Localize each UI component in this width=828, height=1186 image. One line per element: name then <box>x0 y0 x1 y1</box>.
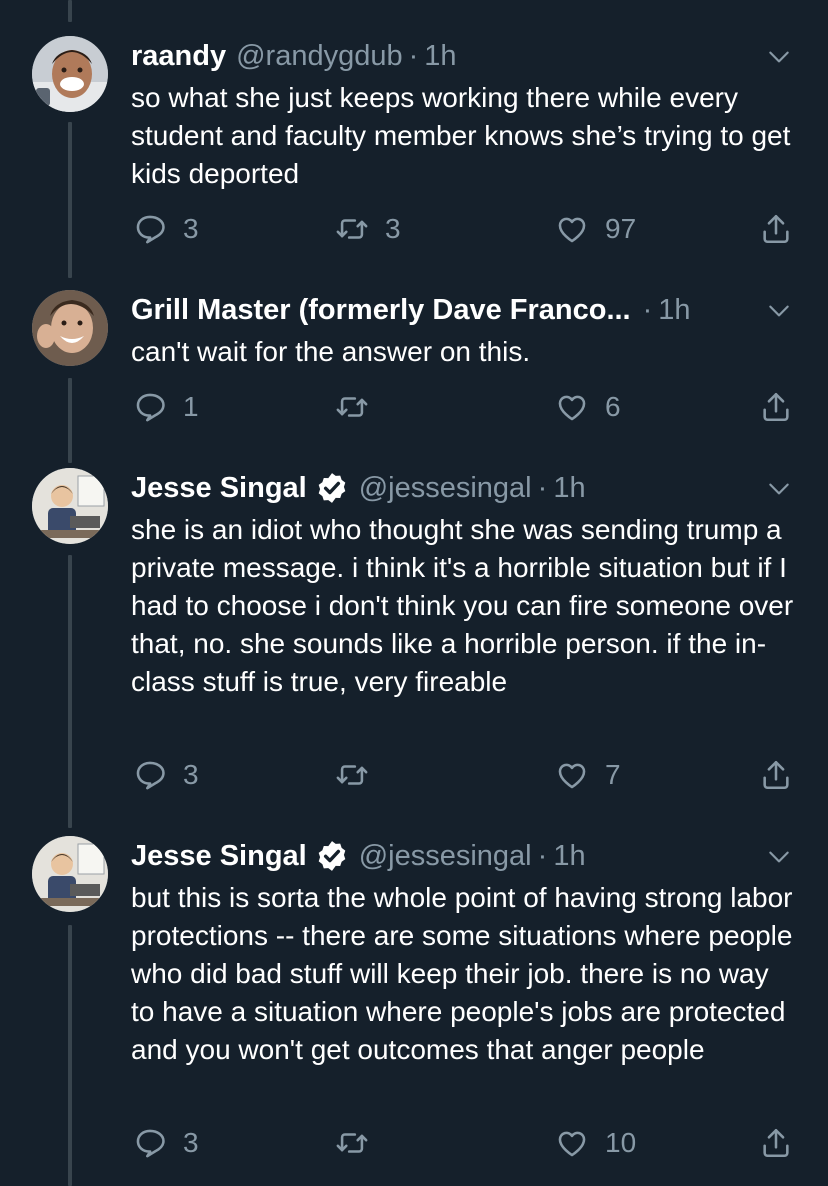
separator-dot: · <box>642 294 653 326</box>
retweet-icon <box>336 765 368 785</box>
retweet-count: 3 <box>385 213 401 244</box>
tweet-text: can't wait for the answer on this. <box>131 336 531 367</box>
timestamp[interactable]: 1h <box>424 38 456 74</box>
share-icon <box>763 1128 789 1158</box>
tweet-header: Jesse Singal @jessesingal · 1h <box>131 470 768 506</box>
tweet[interactable]: Grill Master (formerly Dave Franco... · … <box>0 280 828 460</box>
avatar[interactable] <box>32 36 108 112</box>
avatar-image <box>32 836 108 912</box>
like-count: 6 <box>605 391 621 422</box>
retweet-icon <box>336 1133 368 1153</box>
share-button[interactable] <box>759 1126 793 1160</box>
heart-icon <box>558 217 586 243</box>
reply-count: 3 <box>183 1127 199 1158</box>
like-count: 97 <box>605 213 637 244</box>
retweet-button[interactable] <box>335 1126 385 1160</box>
reply-button[interactable]: 1 <box>133 390 199 424</box>
display-name[interactable]: Jesse Singal <box>131 470 307 506</box>
tweet[interactable]: Jesse Singal @jessesingal · 1h she is an… <box>0 460 828 830</box>
like-count: 7 <box>605 759 621 790</box>
retweet-button[interactable] <box>335 390 385 424</box>
like-button[interactable]: 6 <box>555 390 621 424</box>
reply-button[interactable]: 3 <box>133 212 199 246</box>
chevron-down-icon[interactable] <box>766 476 792 502</box>
chevron-down-icon[interactable] <box>766 298 792 324</box>
share-icon <box>763 392 789 422</box>
reply-icon <box>136 393 165 422</box>
chevron-down-icon[interactable] <box>766 44 792 70</box>
tweet[interactable]: raandy @randygdub · 1h so what she just … <box>0 0 828 280</box>
reply-button[interactable]: 3 <box>133 1126 199 1160</box>
heart-icon <box>558 763 586 789</box>
heart-icon <box>558 1131 586 1157</box>
reply-count: 3 <box>183 213 199 244</box>
tweet[interactable]: Jesse Singal @jessesingal · 1h but this … <box>0 830 828 1186</box>
tweet-text: so what she just keeps working there whi… <box>131 82 791 189</box>
username[interactable]: @jessesingal <box>359 470 532 506</box>
heart-icon <box>558 395 586 421</box>
reply-count: 1 <box>183 391 199 422</box>
retweet-button[interactable] <box>335 758 385 792</box>
separator-dot: · <box>537 472 548 504</box>
reply-icon <box>136 1129 165 1158</box>
reply-button[interactable]: 3 <box>133 758 199 792</box>
avatar[interactable] <box>32 468 108 544</box>
retweet-icon <box>336 397 368 417</box>
avatar-image <box>32 290 108 366</box>
share-icon <box>763 214 789 244</box>
timestamp[interactable]: 1h <box>553 838 585 874</box>
tweet-header: Jesse Singal @jessesingal · 1h <box>131 838 768 874</box>
share-icon <box>763 760 789 790</box>
tweet-actions: 1 6 <box>131 390 801 430</box>
display-name[interactable]: raandy <box>131 38 226 74</box>
separator-dot: · <box>408 40 419 72</box>
timestamp[interactable]: 1h <box>658 292 690 328</box>
retweet-icon <box>336 219 368 239</box>
like-button[interactable]: 7 <box>555 758 621 792</box>
share-button[interactable] <box>759 758 793 792</box>
like-button[interactable]: 97 <box>555 212 636 246</box>
avatar-image <box>32 468 108 544</box>
display-name[interactable]: Grill Master (formerly Dave Franco... <box>131 292 631 328</box>
tweet-actions: 3 3 97 <box>131 212 801 252</box>
separator-dot: · <box>537 840 548 872</box>
timestamp[interactable]: 1h <box>553 470 585 506</box>
like-count: 10 <box>605 1127 637 1158</box>
verified-badge-icon <box>318 841 346 871</box>
reply-icon <box>136 761 165 790</box>
avatar[interactable] <box>32 290 108 366</box>
reply-count: 3 <box>183 759 199 790</box>
share-button[interactable] <box>759 212 793 246</box>
tweet-header: Grill Master (formerly Dave Franco... · … <box>131 292 768 328</box>
share-button[interactable] <box>759 390 793 424</box>
username[interactable]: @jessesingal <box>359 838 532 874</box>
avatar-image <box>32 36 108 112</box>
display-name[interactable]: Jesse Singal <box>131 838 307 874</box>
retweet-button[interactable]: 3 <box>335 212 401 246</box>
username[interactable]: @randygdub <box>236 38 403 74</box>
chevron-down-icon[interactable] <box>766 844 792 870</box>
reply-icon <box>136 215 165 244</box>
tweet-header: raandy @randygdub · 1h <box>131 38 768 74</box>
avatar[interactable] <box>32 836 108 912</box>
tweet-actions: 3 7 <box>131 758 801 798</box>
tweet-text: she is an idiot who thought she was send… <box>131 514 794 697</box>
tweet-actions: 3 10 <box>131 1126 801 1166</box>
verified-badge-icon <box>318 473 346 503</box>
tweet-text: but this is sorta the whole point of hav… <box>131 882 793 1065</box>
like-button[interactable]: 10 <box>555 1126 636 1160</box>
